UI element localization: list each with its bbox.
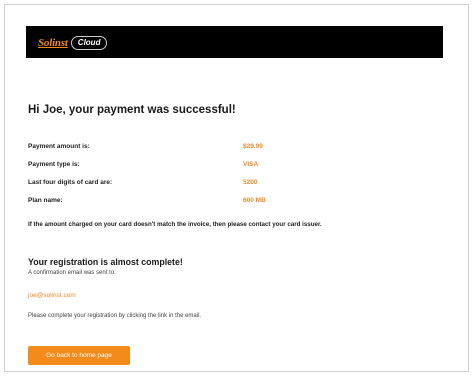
payment-label: Last four digits of card are: <box>28 179 113 186</box>
payment-value: $29.99 <box>243 143 263 150</box>
home-button[interactable]: Go back to home page <box>28 346 130 365</box>
registration-title: Your registration is almost complete! <box>28 257 183 267</box>
payment-label: Payment amount is: <box>28 143 90 150</box>
logo-wordmark: Solinst <box>38 36 68 49</box>
payment-row-amount: Payment amount is: $29.99 <box>28 143 288 161</box>
confirmation-email-link[interactable]: joe@solinst.com <box>28 292 76 299</box>
payment-row-plan: Plan name: 600 MB <box>28 197 288 215</box>
payment-label: Plan name: <box>28 197 63 204</box>
payment-row-type: Payment type is: VISA <box>28 161 288 179</box>
confirmation-sent-text: A confirmation email was sent to: <box>28 270 116 276</box>
header-banner: Solinst Cloud <box>26 26 443 58</box>
page-title: Hi Joe, your payment was successful! <box>28 104 236 116</box>
payment-value: VISA <box>243 161 259 168</box>
logo-cloud-badge: Cloud <box>70 35 108 50</box>
registration-instructions: Please complete your registration by cli… <box>28 313 202 319</box>
mismatch-note: If the amount charged on your card doesn… <box>28 221 322 228</box>
payment-value: 600 MB <box>243 197 266 204</box>
payment-details: Payment amount is: $29.99 Payment type i… <box>28 143 288 215</box>
solinst-cloud-logo: Solinst Cloud <box>38 35 108 50</box>
payment-value: 5200 <box>243 179 258 186</box>
payment-label: Payment type is: <box>28 161 80 168</box>
payment-row-card-digits: Last four digits of card are: 5200 <box>28 179 288 197</box>
